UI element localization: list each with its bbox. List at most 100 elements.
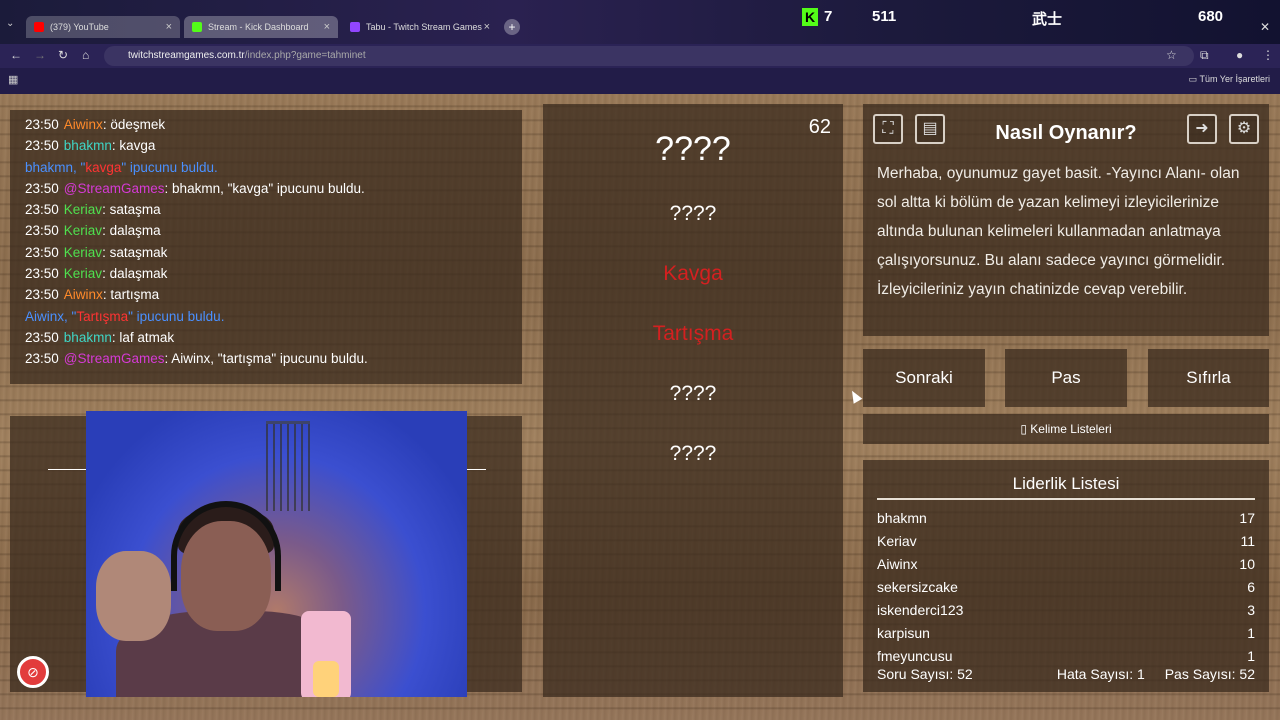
chat-text: sataşmak xyxy=(109,244,168,260)
divider xyxy=(48,469,88,470)
all-bookmarks-link[interactable]: ▭ Tüm Yer İşaretleri xyxy=(1189,74,1270,85)
window-close-icon[interactable]: ✕ xyxy=(1260,20,1270,34)
player-name: bhakmn xyxy=(877,510,927,526)
profile-icon[interactable]: ● xyxy=(1236,48,1243,62)
close-tab-icon[interactable]: × xyxy=(166,21,172,33)
chat-message: 23:50 Keriav: dalaşmak xyxy=(25,266,168,282)
reset-button[interactable]: Sıfırla xyxy=(1148,349,1269,407)
back-icon[interactable]: ← xyxy=(10,48,22,62)
chat-time: 23:50 xyxy=(25,202,59,218)
found-word: kavga xyxy=(85,159,122,175)
tab-search-icon[interactable]: ⌄ xyxy=(6,18,14,29)
mouse-cursor xyxy=(847,388,863,404)
forward-icon[interactable]: → xyxy=(34,48,46,62)
chat-message: 23:50 bhakmn: kavga xyxy=(25,138,156,154)
word-lists-button[interactable]: ▯ Kelime Listeleri xyxy=(863,414,1269,444)
player-score: 1 xyxy=(1247,648,1255,664)
tab-tabu[interactable]: Tabu - Twitch Stream Games × xyxy=(342,16,498,38)
stream-overlay-stats: K 7 511 武士 680 xyxy=(800,4,1280,32)
game-page: 23:50 Aiwinx: ödeşmek 23:50 bhakmn: kavga bh… xyxy=(0,94,1280,720)
new-tab-button[interactable]: + xyxy=(504,19,520,35)
chat-message: 23:50 Aiwinx: ödeşmek xyxy=(25,117,166,132)
menu-icon[interactable]: ⋮ xyxy=(1262,48,1274,62)
chat-time: 23:50 xyxy=(25,287,59,303)
chat-text: bhakmn, "kavga" ipucunu buldu. xyxy=(172,180,365,196)
tab-label: Stream - Kick Dashboard xyxy=(208,22,309,32)
kick-logo-icon: K xyxy=(802,8,818,26)
close-tab-icon[interactable]: × xyxy=(324,21,330,33)
error-count: Hata Sayısı: 1 xyxy=(1056,666,1145,682)
chat-message: 23:50 Keriav: dalaşma xyxy=(25,223,161,239)
leaderboard-row: iskenderci123 3 xyxy=(877,602,1255,624)
leaderboard-panel: Liderlik Listesi bhakmn 17 Keriav 11 Aiwinx 1… xyxy=(863,460,1269,692)
hint-word: Tartışma xyxy=(652,322,734,345)
reload-icon[interactable]: ↻ xyxy=(58,48,68,62)
player-score: 3 xyxy=(1247,602,1255,618)
player-name: sekersizcake xyxy=(877,579,958,595)
player-score: 10 xyxy=(1239,556,1255,572)
player-name: karpisun xyxy=(877,625,930,641)
chat-text: laf atmak xyxy=(119,329,175,345)
webcam-overlay xyxy=(86,411,467,697)
chat-message: 23:50 @StreamGames: bhakmn, "kavga" ipucu… xyxy=(25,180,365,196)
close-tab-icon[interactable]: × xyxy=(484,21,490,33)
home-icon[interactable]: ⌂ xyxy=(82,48,89,62)
next-button[interactable]: Sonraki xyxy=(863,349,985,407)
extensions-icon[interactable]: ⧉ xyxy=(1200,48,1209,63)
word-panel: 62 ???? ???? Kavga Tartışma???????? xyxy=(543,104,843,697)
leaderboard-row: bhakmn 17 xyxy=(877,510,1255,532)
leaderboard-row: Keriav 11 xyxy=(877,533,1255,555)
tab-youtube[interactable]: (379) YouTube × xyxy=(26,16,180,38)
bookmark-star-icon[interactable]: ☆ xyxy=(1166,48,1177,62)
url-field[interactable]: twitchstreamgames.com.tr/index.php?game=… xyxy=(104,46,1194,66)
chat-panel: 23:50 Aiwinx: ödeşmek 23:50 bhakmn: kavga bh… xyxy=(10,110,522,384)
player-name: fmeyuncusu xyxy=(877,648,953,664)
leaderboard-row: sekersizcake 6 xyxy=(877,579,1255,601)
chat-message: 23:50 Keriav: sataşmak xyxy=(25,244,168,260)
player-score: 6 xyxy=(1247,579,1255,595)
streamer-name: 武士 xyxy=(1032,10,1063,28)
url-host: twitchstreamgames.com.tr xyxy=(128,50,245,61)
chat-text: ödeşmek xyxy=(110,117,166,132)
chat-time: 23:50 xyxy=(25,244,59,260)
chat-text: dalaşma xyxy=(109,223,161,239)
tab-label: (379) YouTube xyxy=(50,22,109,32)
chat-user: @StreamGames xyxy=(63,180,165,196)
pass-count: Pas Sayısı: 52 xyxy=(1164,666,1255,682)
chat-message: 23:50 @StreamGames: Aiwinx, "tartışma" ip… xyxy=(25,351,368,367)
pass-button[interactable]: Pas xyxy=(1005,349,1127,407)
chat-text: Aiwinx, "tartışma" ipucunu buldu. xyxy=(171,351,368,367)
tab-label: Tabu - Twitch Stream Games xyxy=(366,22,482,32)
leaderboard-footer: Soru Sayısı: 52 Hata Sayısı: 1 Pas Sayıs… xyxy=(877,666,1255,682)
how-to-title: Nasıl Oynanır? xyxy=(995,122,1137,144)
record-icon[interactable]: ⊘ xyxy=(17,656,49,688)
chat-user: bhakmn xyxy=(63,329,112,345)
chat-message: 23:50 bhakmn: laf atmak xyxy=(25,329,175,345)
player-score: 17 xyxy=(1239,510,1255,526)
question-count: Soru Sayısı: 52 xyxy=(877,666,973,682)
chat-time: 23:50 xyxy=(25,266,59,282)
hint-word: Kavga xyxy=(663,262,723,285)
url-path: /index.php?game=tahminet xyxy=(244,50,366,61)
hint-word: ???? xyxy=(669,382,717,405)
bookmarks-bar: ▦ ▭ Tüm Yer İşaretleri xyxy=(0,68,1280,94)
apps-grid-icon[interactable]: ▦ xyxy=(8,73,18,86)
chat-text: dalaşmak xyxy=(109,266,168,282)
hint-word: ???? xyxy=(669,442,717,465)
chat-message: 23:50 Keriav: sataşma xyxy=(25,202,161,218)
divider xyxy=(877,498,1255,500)
twitch-icon xyxy=(350,22,360,32)
player-score: 1 xyxy=(1247,625,1255,641)
chat-text: tartışma xyxy=(110,287,160,303)
main-word: ???? xyxy=(655,130,731,168)
chat-message: Aiwinx, "Tartışma" ipucunu buldu. xyxy=(25,308,225,324)
youtube-icon xyxy=(34,22,44,32)
chat-time: 23:50 xyxy=(25,329,59,345)
chat-message: bhakmn, "kavga" ipucunu buldu. xyxy=(25,159,218,175)
how-to-play-panel: ⛶ ▤ ➜ ⚙ Nasıl Oynanır? Merhaba, oyunumuz… xyxy=(863,104,1269,336)
tab-kick-dashboard[interactable]: Stream - Kick Dashboard × xyxy=(184,16,338,38)
chat-user: Keriav xyxy=(63,202,103,218)
found-word: Tartışma xyxy=(76,308,129,324)
browser-tab-bar: ⌄ (379) YouTube × Stream - Kick Dashboar… xyxy=(0,0,1280,44)
chat-time: 23:50 xyxy=(25,223,59,239)
